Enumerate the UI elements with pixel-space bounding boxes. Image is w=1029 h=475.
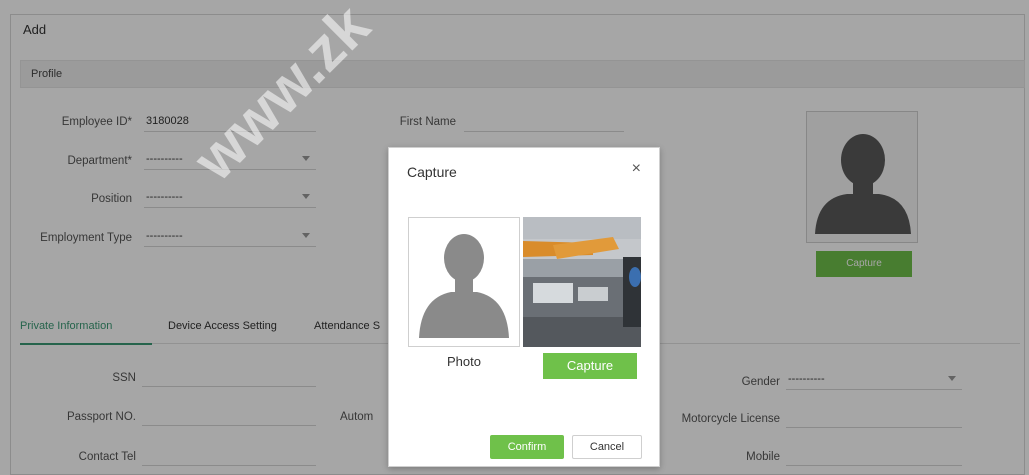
photo-label: Photo bbox=[447, 354, 481, 369]
cancel-button[interactable]: Cancel bbox=[572, 435, 642, 459]
dialog-title: Capture bbox=[407, 164, 457, 180]
close-icon[interactable]: × bbox=[632, 160, 641, 178]
camera-preview bbox=[523, 217, 641, 347]
avatar-silhouette-icon bbox=[419, 234, 509, 338]
dialog-capture-button[interactable]: Capture bbox=[543, 353, 637, 379]
capture-dialog: Capture × Photo Capture Confirm Cancel bbox=[388, 147, 660, 467]
confirm-button[interactable]: Confirm bbox=[490, 435, 564, 459]
photo-preview bbox=[408, 217, 520, 347]
camera-feed-image bbox=[523, 217, 641, 347]
